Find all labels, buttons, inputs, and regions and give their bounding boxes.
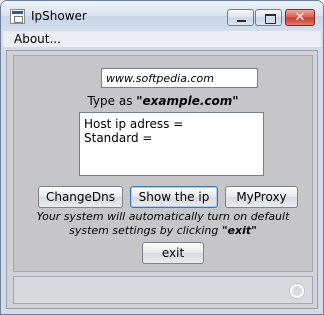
format-hint-prefix: Type as xyxy=(87,94,137,108)
minimize-icon xyxy=(228,10,253,25)
exit-button[interactable]: exit xyxy=(142,242,204,264)
status-bar xyxy=(13,276,313,304)
content-area: Type as "example.com" Host ip adress = S… xyxy=(6,50,318,309)
host-ip-line: Host ip adress = xyxy=(84,117,184,131)
app-window-icon xyxy=(10,9,25,24)
exit-note-emphasis: "exit" xyxy=(221,224,257,237)
status-ring-icon xyxy=(290,284,304,298)
main-panel: Type as "example.com" Host ip adress = S… xyxy=(13,55,313,272)
show-ip-button[interactable]: Show the ip xyxy=(130,186,218,208)
standard-line: Standard = xyxy=(84,131,153,145)
close-icon: ✕ xyxy=(294,10,306,25)
my-proxy-button[interactable]: MyProxy xyxy=(225,186,298,208)
title-bar[interactable]: IpShower ✕ xyxy=(1,1,323,31)
format-hint-example: "example.com" xyxy=(136,94,239,108)
close-button[interactable]: ✕ xyxy=(285,9,315,26)
menu-bar: About... xyxy=(3,31,321,47)
app-window: IpShower ✕ About... Type as "example.com… xyxy=(0,0,324,315)
ip-info-textarea[interactable]: Host ip adress = Standard = xyxy=(79,112,264,176)
format-hint: Type as "example.com" xyxy=(14,94,312,108)
window-title: IpShower xyxy=(31,9,87,23)
minimize-button[interactable] xyxy=(227,9,254,26)
exit-note: Your system will automatically turn on d… xyxy=(24,210,302,238)
maximize-button[interactable] xyxy=(255,9,282,26)
menu-item-about[interactable]: About... xyxy=(14,32,61,46)
host-url-input[interactable] xyxy=(101,68,258,88)
maximize-icon xyxy=(256,10,281,25)
change-dns-button[interactable]: ChangeDns xyxy=(38,186,123,208)
